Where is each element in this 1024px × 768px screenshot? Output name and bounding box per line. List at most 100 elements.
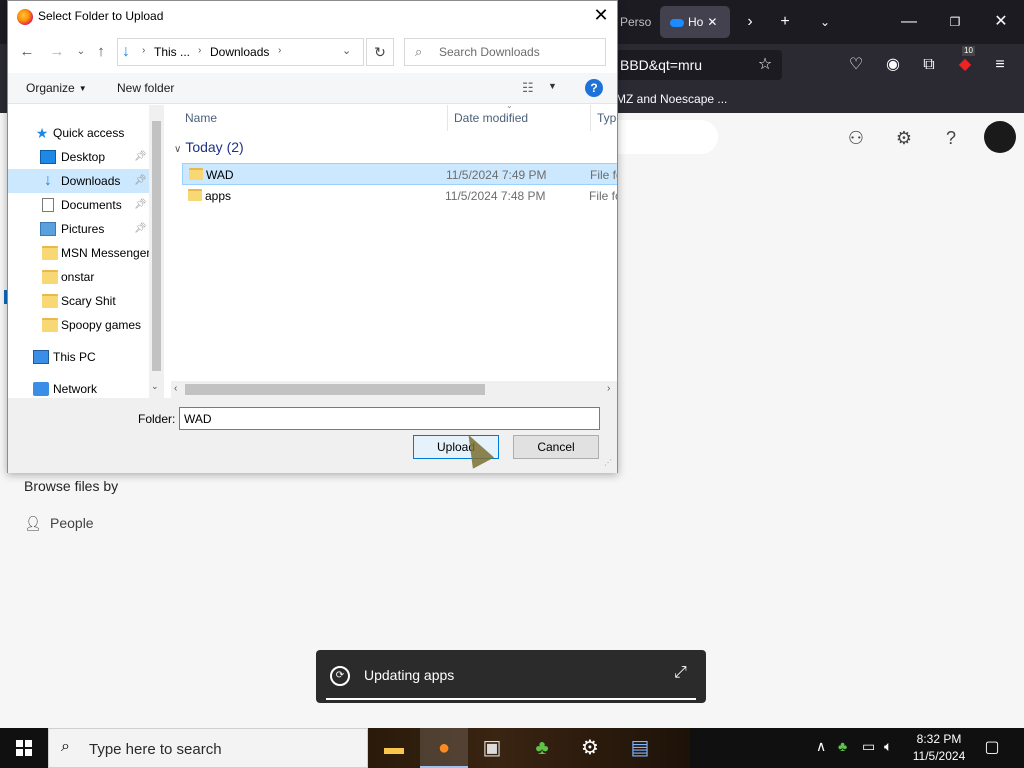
- help-icon[interactable]: ?: [585, 79, 603, 97]
- sidebar-item-label: Spoopy games: [61, 318, 142, 332]
- minimize-button[interactable]: —: [894, 8, 924, 36]
- back-arrow-icon[interactable]: ←: [16, 41, 38, 63]
- msn-messenger-icon[interactable]: ♣: [518, 728, 566, 768]
- scrollbar-thumb[interactable]: [185, 384, 485, 395]
- nav-pane-scrollbar[interactable]: ⌄: [149, 105, 164, 398]
- folder-name-input[interactable]: [179, 407, 600, 430]
- pictures-icon: [40, 222, 56, 236]
- restore-button[interactable]: ❐: [940, 8, 970, 36]
- chevron-down-icon: ∨: [174, 144, 182, 155]
- new-tab-button[interactable]: +: [770, 8, 800, 36]
- scroll-left-icon[interactable]: ‹: [174, 383, 177, 394]
- file-list-horizontal-scrollbar[interactable]: ‹ ›: [171, 381, 617, 398]
- system-clock[interactable]: 8:32 PM 11/5/2024: [906, 731, 972, 765]
- breadcrumb-downloads[interactable]: Downloads: [210, 45, 269, 59]
- browse-people-link[interactable]: 👤︎ People: [24, 512, 94, 534]
- sidebar-item-msn-messenger[interactable]: MSN Messenger: [8, 241, 150, 265]
- folder-icon: [188, 189, 202, 201]
- search-box[interactable]: ⌕: [404, 38, 606, 66]
- expand-icon[interactable]: ⤢: [674, 664, 687, 682]
- premium-icon[interactable]: ⚇: [842, 124, 870, 152]
- tab-close-icon[interactable]: ✕: [707, 15, 717, 29]
- bookmark-item[interactable]: MZ and Noescape ...: [616, 86, 727, 113]
- sidebar-item-onstar[interactable]: onstar: [8, 265, 149, 289]
- file-explorer-icon[interactable]: ▬: [370, 728, 418, 768]
- ublock-icon[interactable]: ◆ 10: [952, 46, 978, 78]
- onedrive-cloud-icon: [670, 18, 684, 27]
- remote-desktop-icon[interactable]: ▤: [616, 728, 664, 768]
- caret-down-icon[interactable]: ▼: [548, 81, 557, 91]
- breadcrumb-this-pc[interactable]: This ...: [154, 45, 190, 59]
- scroll-down-icon[interactable]: ⌄: [151, 381, 159, 392]
- sidebar-item-quick-access[interactable]: ★ Quick access: [8, 121, 149, 145]
- avatar[interactable]: [984, 121, 1016, 153]
- toast-text: Updating apps: [364, 667, 455, 683]
- list-tabs-icon[interactable]: ⌄: [810, 8, 840, 36]
- up-arrow-icon[interactable]: ↑: [90, 41, 112, 63]
- chevron-up-icon[interactable]: ∧: [816, 738, 826, 755]
- cancel-button[interactable]: Cancel: [513, 435, 599, 459]
- sidebar-item-scary[interactable]: Scary Shit: [8, 289, 149, 313]
- sidebar-item-label: Documents: [61, 198, 122, 212]
- search-input[interactable]: [439, 43, 599, 61]
- window-close-button[interactable]: ✕: [986, 8, 1016, 36]
- sidebar-item-downloads[interactable]: ↓ Downloads 📌︎: [8, 169, 149, 193]
- settings-gear-icon[interactable]: ⚙: [890, 124, 918, 152]
- chevron-right-icon[interactable]: ›: [198, 45, 201, 56]
- speaker-icon[interactable]: 🔈︎: [884, 738, 892, 755]
- firefox-taskbar-icon[interactable]: ●: [420, 728, 468, 768]
- browser-tab-active[interactable]: Ho ✕: [660, 6, 730, 38]
- start-button[interactable]: [0, 728, 48, 768]
- taskbar: ⌕ Type here to search ▬ ● ▣ ♣ ⚙ ▤ ∧ ♣ ▭ …: [0, 728, 1024, 768]
- forward-arrow-icon[interactable]: →: [46, 41, 68, 63]
- sidebar-item-pictures[interactable]: Pictures 📌︎: [8, 217, 149, 241]
- sidebar-item-this-pc[interactable]: This PC: [8, 345, 149, 369]
- taskbar-search-box[interactable]: ⌕ Type here to search: [48, 728, 368, 768]
- computer-icon: [33, 350, 49, 364]
- bookmark-star-icon[interactable]: ☆: [752, 52, 778, 78]
- tab-label: Ho: [688, 15, 704, 29]
- sidebar-item-label: Desktop: [61, 150, 106, 164]
- star-icon: ★: [35, 125, 49, 141]
- document-icon: [42, 198, 54, 212]
- folder-field-label: Folder:: [138, 412, 176, 426]
- sidebar-item-desktop[interactable]: Desktop 📌︎: [8, 145, 149, 169]
- person-icon: 👤︎: [24, 515, 42, 531]
- scrollbar-thumb[interactable]: [152, 121, 161, 371]
- sidebar-item-documents[interactable]: Documents 📌︎: [8, 193, 149, 217]
- file-row[interactable]: WAD 11/5/2024 7:49 PM File fo: [182, 163, 617, 185]
- scroll-right-icon[interactable]: ›: [607, 383, 610, 394]
- organize-button[interactable]: Organize ▼: [26, 81, 87, 95]
- new-folder-button[interactable]: New folder: [117, 81, 174, 95]
- extensions-icon[interactable]: ⧉: [916, 52, 942, 78]
- pocket-icon[interactable]: ♡: [843, 52, 869, 78]
- updating-apps-toast[interactable]: ⟳ Updating apps ⤢: [316, 650, 706, 703]
- resize-grip-icon[interactable]: ⋰: [604, 458, 612, 467]
- recent-locations-icon[interactable]: ⌄: [70, 41, 92, 63]
- menu-icon[interactable]: ≡: [987, 52, 1013, 78]
- chevron-right-icon[interactable]: ›: [278, 45, 281, 56]
- refresh-button[interactable]: ↻: [366, 38, 394, 66]
- chevron-right-icon[interactable]: ›: [142, 45, 145, 56]
- address-dropdown-icon[interactable]: ⌄: [342, 44, 351, 57]
- help-icon[interactable]: ?: [937, 124, 965, 152]
- file-row[interactable]: apps 11/5/2024 7:48 PM File fo: [182, 185, 617, 207]
- address-row: ← → ⌄ ↑ ↓ › This ... › Downloads › ⌄ ↻ ⌕: [8, 35, 617, 69]
- column-header-type[interactable]: Type: [591, 105, 617, 131]
- column-header-name[interactable]: Name: [164, 105, 448, 131]
- news-app-icon[interactable]: ▣: [468, 728, 516, 768]
- address-bar[interactable]: ↓ › This ... › Downloads › ⌄: [117, 38, 364, 66]
- dialog-close-button[interactable]: ✕: [584, 1, 618, 32]
- sidebar-item-network[interactable]: Network: [8, 377, 149, 398]
- network-icon[interactable]: ▭: [862, 738, 875, 755]
- settings-gear-icon[interactable]: ⚙: [566, 728, 614, 768]
- notification-icon[interactable]: ▢: [980, 736, 1004, 760]
- view-options-icon[interactable]: ☷: [522, 80, 534, 96]
- sidebar-item-label: onstar: [61, 270, 95, 284]
- msn-tray-icon[interactable]: ♣: [838, 738, 847, 754]
- account-icon[interactable]: ◉: [880, 52, 906, 78]
- column-header-date[interactable]: Date modified: [448, 105, 591, 131]
- tab-scroll-right-icon[interactable]: ›: [735, 8, 765, 36]
- sidebar-item-spoopy-games[interactable]: Spoopy games: [8, 313, 149, 337]
- group-header-today[interactable]: ∨ Today (2): [174, 139, 244, 155]
